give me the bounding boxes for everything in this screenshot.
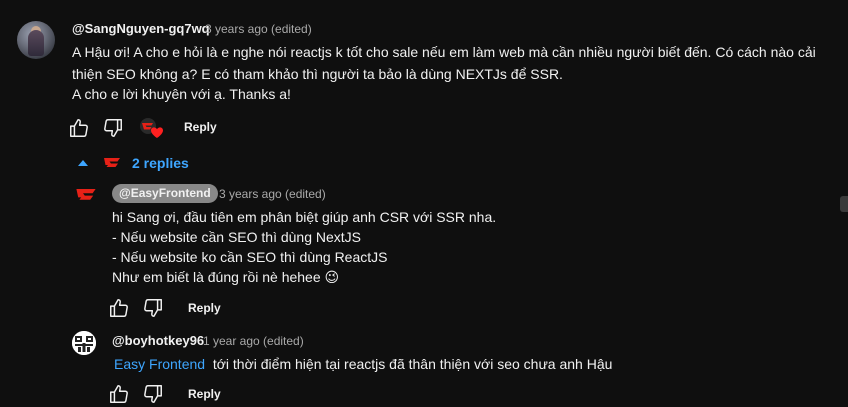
creator-heart: [138, 116, 164, 140]
like-button[interactable]: [108, 297, 130, 319]
dislike-button[interactable]: [142, 297, 164, 319]
comment-timestamp[interactable]: 3 years ago (edited): [205, 22, 312, 36]
comment-text-line: thiện SEO không a? E có tham khảo thì ng…: [72, 66, 563, 82]
thumbs-up-icon: [110, 299, 128, 317]
thumbs-up-icon: [70, 119, 88, 137]
dislike-button[interactable]: [142, 383, 164, 405]
comment-text-line: A Hậu ơi! A cho e hỏi là e nghe nói reac…: [72, 44, 816, 60]
reply-timestamp[interactable]: 3 years ago (edited): [219, 187, 326, 201]
avatar-boyhotkey96[interactable]: [72, 331, 96, 355]
reply-text: Easy Frontend tới thời điểm hiện tại rea…: [114, 354, 612, 374]
thumbs-down-icon: [144, 299, 162, 317]
dislike-button[interactable]: [102, 117, 124, 139]
reply-text-line: - Nếu website ko cần SEO thì dùng ReactJ…: [112, 249, 388, 265]
like-button[interactable]: [68, 117, 90, 139]
easy-frontend-logo-icon: [76, 189, 96, 200]
reply-timestamp[interactable]: 1 year ago (edited): [203, 334, 304, 348]
replies-toggle[interactable]: 2 replies: [78, 152, 189, 174]
reply-text-content: tới thời điểm hiện tại reactjs đã thân t…: [212, 356, 613, 372]
reply-text-line: hi Sang ơi, đầu tiên em phân biệt giúp a…: [112, 209, 497, 225]
comment-author[interactable]: @SangNguyen-gq7wq: [72, 21, 210, 36]
reply-text-line: - Nếu website cần SEO thì dùng NextJS: [112, 229, 362, 245]
thumbs-down-icon: [104, 119, 122, 137]
thumbs-up-icon: [110, 385, 128, 403]
like-button[interactable]: [108, 383, 130, 405]
reply-author[interactable]: @boyhotkey96: [112, 333, 204, 348]
creator-heart-icon: [140, 118, 163, 138]
thumbs-down-icon: [144, 385, 162, 403]
caret-up-icon: [78, 160, 88, 166]
easy-frontend-logo-icon: [104, 158, 120, 167]
reply-button[interactable]: Reply: [188, 301, 221, 315]
creator-author-badge[interactable]: @EasyFrontend: [112, 184, 218, 203]
avatar-easyfrontend[interactable]: [74, 186, 98, 204]
reply-text-line: Như em biết là đúng rồi nè hehee 😉: [112, 269, 340, 285]
scrollbar-thumb[interactable]: [840, 196, 848, 212]
avatar-pattern-icon: [72, 331, 96, 355]
mention-link[interactable]: Easy Frontend: [114, 356, 205, 372]
replies-count[interactable]: 2 replies: [132, 155, 189, 171]
avatar-sangnguyen[interactable]: [17, 21, 55, 59]
reply-button[interactable]: Reply: [188, 387, 221, 401]
comment-text-line: A cho e lời khuyên với ạ. Thanks a!: [72, 86, 291, 102]
reply-button[interactable]: Reply: [184, 120, 217, 134]
